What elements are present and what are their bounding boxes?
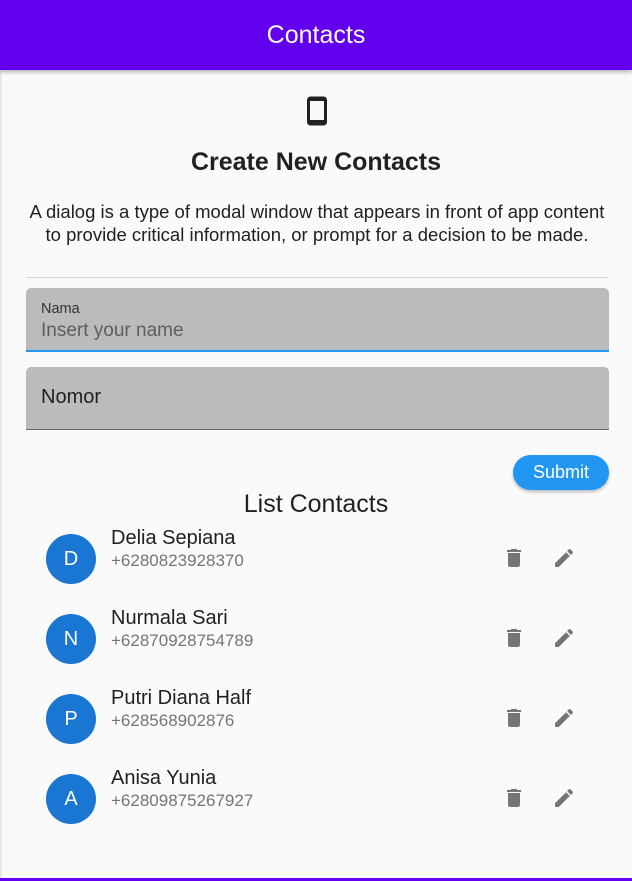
form-divider — [26, 277, 609, 278]
app-bar: Contacts — [0, 0, 632, 70]
avatar: A — [46, 774, 96, 824]
avatar: D — [46, 534, 96, 584]
number-field-label: Nomor — [41, 386, 102, 408]
delete-icon[interactable] — [500, 624, 528, 652]
app-title: Contacts — [266, 20, 366, 49]
contact-phone: +62809875267927 — [111, 791, 254, 810]
contact-name: Delia Sepiana — [111, 527, 236, 549]
form-heading: Create New Contacts — [190, 148, 442, 176]
edit-icon[interactable] — [550, 544, 578, 572]
contact-name: Nurmala Sari — [111, 607, 228, 629]
list-item[interactable]: P Putri Diana Half +628568902876 — [0, 687, 632, 774]
list-item[interactable]: D Delia Sepiana +6280823928370 — [0, 527, 632, 614]
smartphone-icon — [305, 95, 329, 127]
edit-icon[interactable] — [550, 704, 578, 732]
edit-icon[interactable] — [550, 624, 578, 652]
number-field[interactable]: Nomor — [26, 367, 609, 430]
avatar: N — [46, 614, 96, 664]
contact-name: Anisa Yunia — [111, 767, 217, 789]
submit-button[interactable]: Submit — [513, 455, 609, 490]
form-description: A dialog is a type of modal window that … — [29, 201, 605, 245]
contact-phone: +62870928754789 — [111, 631, 254, 650]
edit-icon[interactable] — [550, 784, 578, 812]
delete-icon[interactable] — [500, 784, 528, 812]
contact-name: Putri Diana Half — [111, 687, 252, 709]
delete-icon[interactable] — [500, 544, 528, 572]
contact-phone: +6280823928370 — [111, 551, 244, 570]
name-field[interactable]: Nama — [26, 288, 609, 352]
name-input[interactable] — [41, 320, 581, 342]
name-field-label: Nama — [41, 301, 80, 317]
avatar: P — [46, 694, 96, 744]
list-item[interactable]: N Nurmala Sari +62870928754789 — [0, 607, 632, 694]
contact-phone: +628568902876 — [111, 711, 235, 730]
delete-icon[interactable] — [500, 704, 528, 732]
list-item[interactable]: A Anisa Yunia +62809875267927 — [0, 767, 632, 854]
list-title: List Contacts — [243, 490, 389, 518]
